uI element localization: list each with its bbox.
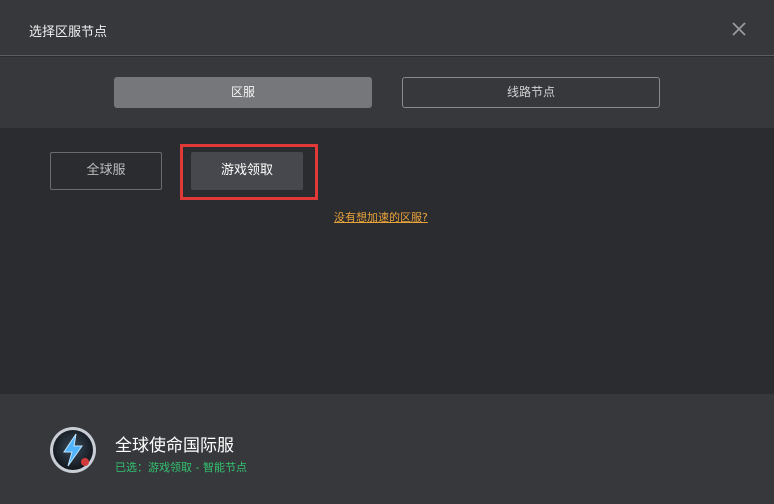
tab-region[interactable]: 区服: [114, 77, 372, 108]
dialog-header: 选择区服节点: [0, 0, 774, 56]
game-name: 全球使命国际服: [115, 436, 234, 456]
close-icon[interactable]: [730, 20, 748, 38]
missing-region-link[interactable]: 没有想加速的区服?: [334, 209, 428, 225]
selection-footer: 全球使命国际服 已选：游戏领取 - 智能节点: [0, 394, 774, 504]
dialog-title: 选择区服节点: [29, 25, 108, 40]
selected-status: 已选：游戏领取 - 智能节点: [115, 461, 247, 474]
game-logo-icon: [50, 427, 96, 473]
region-game-claim-button[interactable]: 游戏领取: [191, 152, 303, 190]
region-list: 全球服 游戏领取 没有想加速的区服?: [0, 128, 774, 394]
tab-route-node[interactable]: 线路节点: [402, 77, 660, 108]
region-global-button[interactable]: 全球服: [50, 152, 162, 190]
tab-bar: 区服 线路节点: [0, 57, 774, 128]
